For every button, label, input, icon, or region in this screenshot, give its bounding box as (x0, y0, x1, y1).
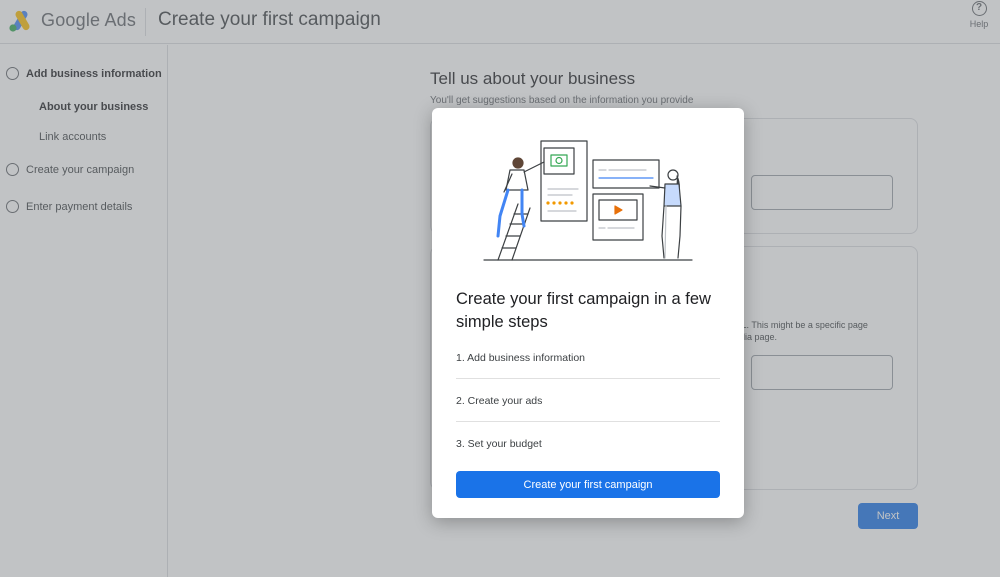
dialog-step-item: 2. Create your ads (456, 395, 720, 422)
create-campaign-button[interactable]: Create your first campaign (456, 471, 720, 498)
welcome-dialog: Create your first campaign in a few simp… (432, 108, 744, 518)
dialog-step-item: 1. Add business information (456, 352, 720, 379)
campaign-illustration (483, 140, 693, 261)
dialog-title: Create your first campaign in a few simp… (456, 290, 711, 331)
dialog-step-item: 3. Set your budget (456, 438, 542, 450)
